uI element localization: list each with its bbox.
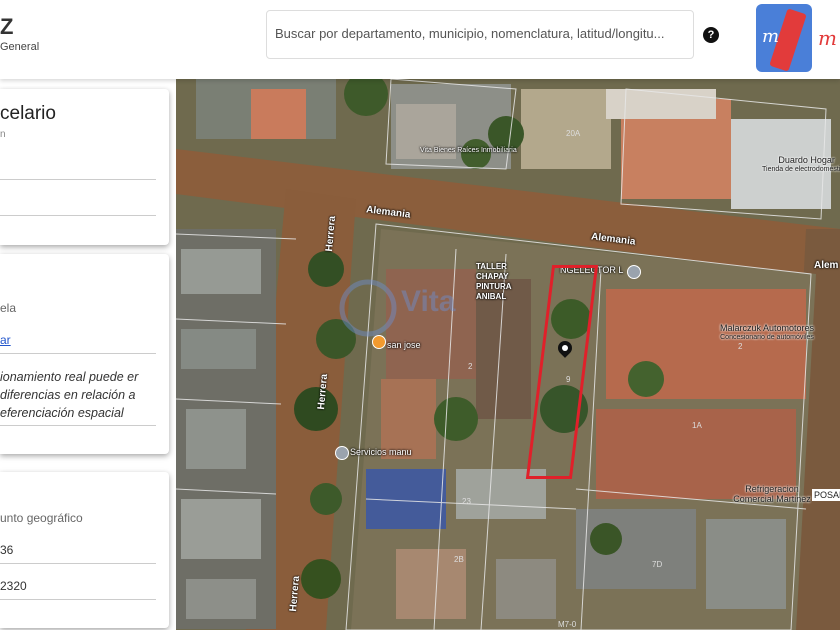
- brand-logo[interactable]: m: [756, 4, 812, 72]
- lot-number: 1A: [692, 421, 702, 430]
- question-circle-icon[interactable]: ?: [703, 27, 719, 43]
- map-imagery: [176, 79, 840, 630]
- divider: [0, 179, 156, 180]
- lot-number: 20A: [566, 129, 581, 138]
- business-name: Duardo Hogar: [778, 155, 835, 165]
- business-label[interactable]: Refrigeracion Comercial Martinez: [732, 484, 812, 504]
- lot-number: 2: [468, 362, 473, 371]
- coordinates-card: unto geográfico 36 2320: [0, 472, 169, 628]
- notice-link[interactable]: ar: [0, 333, 11, 347]
- satellite-map[interactable]: Vita Vita Bienes Raíces Inmobiliaria Ale…: [176, 79, 840, 630]
- location-icon[interactable]: [335, 446, 349, 460]
- brand-scribble: m: [762, 26, 780, 47]
- coordinate-value: 2320: [0, 579, 27, 593]
- business-label[interactable]: Duardo Hogar Tienda de electrodomésticos: [762, 155, 840, 175]
- business-label[interactable]: TALLER CHAPAY PINTURA ANIBAL: [476, 262, 536, 302]
- divider: [0, 353, 156, 354]
- business-label[interactable]: Malarczuk Automotores Concesionario de a…: [720, 323, 814, 343]
- lot-number: 2B: [454, 555, 464, 564]
- divider: [0, 599, 156, 600]
- notice-text: ionamiento real puede er diferencias en …: [0, 370, 139, 420]
- lot-number: 2: [738, 342, 743, 351]
- logo[interactable]: Z: [0, 14, 13, 40]
- lot-number: M7-0: [558, 620, 577, 629]
- business-label[interactable]: POSAD: [812, 489, 840, 501]
- notice-line: ela: [0, 301, 17, 315]
- coordinate-value: 36: [0, 543, 14, 557]
- search-input[interactable]: [267, 11, 693, 56]
- business-category: Tienda de electrodomésticos: [762, 166, 840, 173]
- parcel-info-card: celario n: [0, 89, 169, 245]
- card-title: celario: [0, 103, 56, 124]
- location-icon[interactable]: [627, 265, 641, 279]
- poi-label[interactable]: san jose: [387, 340, 421, 350]
- divider: [0, 563, 156, 564]
- top-header: Z General ? m m: [0, 0, 840, 79]
- svg-text:Vita: Vita: [401, 285, 456, 318]
- brand-scribble-secondary: m: [818, 26, 837, 50]
- card-subtitle: n: [0, 129, 6, 140]
- divider: [0, 425, 156, 426]
- search-box[interactable]: [266, 10, 694, 59]
- lot-number: 7D: [652, 560, 663, 569]
- business-name: Malarczuk Automotores: [720, 323, 815, 333]
- coordinates-label: unto geográfico: [0, 511, 83, 525]
- watermark-text: Vita Bienes Raíces Inmobiliaria: [420, 147, 517, 154]
- lot-number: 23: [462, 497, 471, 506]
- logo-text: General: [0, 41, 40, 53]
- location-icon[interactable]: [372, 335, 386, 349]
- notice-card: ela ar ionamiento real puede er diferenc…: [0, 254, 169, 454]
- street-label: Alem: [814, 260, 839, 271]
- divider: [0, 215, 156, 216]
- business-category: Concesionario de automóviles: [720, 334, 814, 341]
- poi-label[interactable]: Servicios manu: [350, 447, 412, 457]
